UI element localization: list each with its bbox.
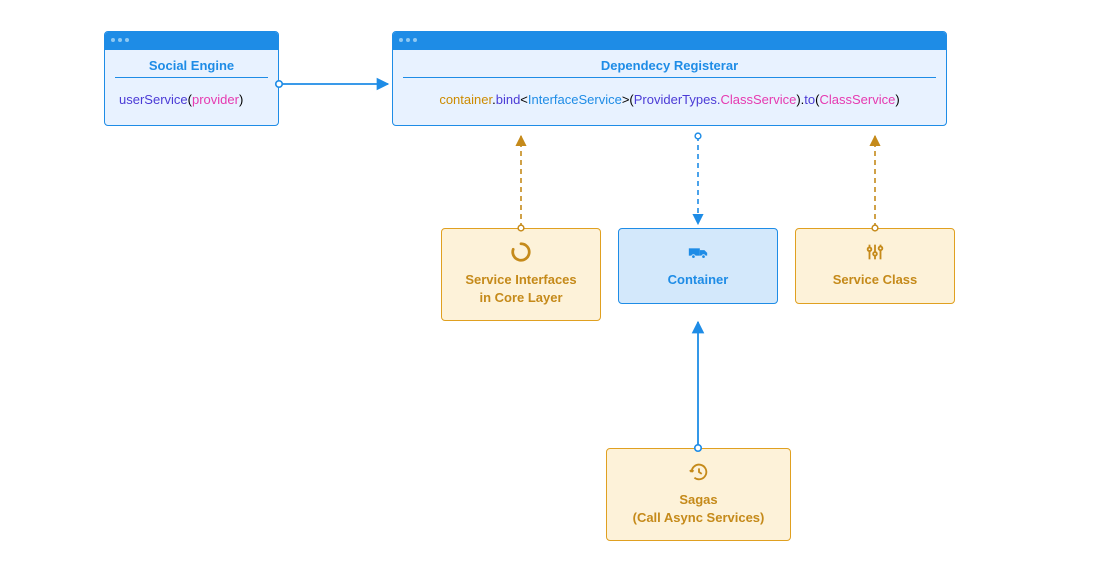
code-lt: < [520, 92, 528, 107]
spinner-icon [510, 241, 532, 263]
code-classservice: ClassService [720, 92, 796, 107]
sagas-card: Sagas(Call Async Services) [606, 448, 791, 541]
truck-icon [687, 241, 709, 263]
history-icon [688, 461, 710, 483]
code-var: container [439, 92, 492, 107]
social-engine-window: Social Engine userService(provider) [104, 31, 279, 126]
service-interfaces-card: Service Interfacesin Core Layer [441, 228, 601, 321]
social-engine-code: userService(provider) [105, 78, 278, 125]
window-titlebar [393, 32, 946, 50]
registrar-code: container.bind<InterfaceService>(Provide… [393, 78, 946, 125]
window-title: Social Engine [115, 50, 268, 78]
dependency-registrar-window: Dependecy Registerar container.bind<Inte… [392, 31, 947, 126]
code-namespace: ProviderTypes. [634, 92, 721, 107]
code-arg: provider [192, 92, 239, 107]
traffic-lights-icon [111, 38, 129, 42]
code-to: to [804, 92, 815, 107]
window-title: Dependecy Registerar [403, 50, 936, 78]
code-method: bind [496, 92, 521, 107]
code-closeparen: ) [895, 92, 899, 107]
card-label: Service Class [833, 272, 918, 287]
code-classservice-2: ClassService [819, 92, 895, 107]
container-card: Container [618, 228, 778, 304]
card-label: Service Interfacesin Core Layer [465, 272, 576, 305]
service-class-card: Service Class [795, 228, 955, 304]
code-generic: InterfaceService [528, 92, 622, 107]
card-label: Container [668, 272, 729, 287]
traffic-lights-icon [399, 38, 417, 42]
sliders-icon [864, 241, 886, 263]
code-func: userService [119, 92, 188, 107]
window-titlebar [105, 32, 278, 50]
code-paren-close: ) [239, 92, 243, 107]
code-gtparen: >( [622, 92, 634, 107]
card-label: Sagas(Call Async Services) [633, 492, 765, 525]
